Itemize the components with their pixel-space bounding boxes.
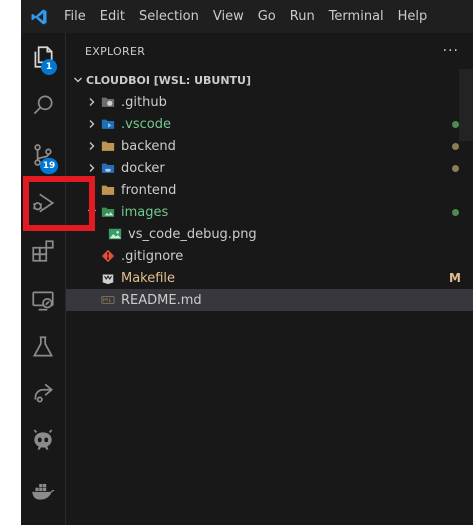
more-actions-button[interactable]: ··· (443, 43, 459, 59)
chevron-right-icon (84, 157, 100, 179)
tree-item-makefile[interactable]: Makefile M (66, 267, 473, 289)
vscode-logo-icon[interactable] (21, 0, 57, 33)
explorer-badge: 1 (41, 59, 57, 75)
tree-label: backend (121, 138, 176, 154)
tree-label: .vscode (121, 116, 171, 132)
docker-folder-icon (100, 160, 116, 176)
activity-explorer[interactable]: 1 (21, 35, 65, 79)
tree-label: docker (121, 160, 165, 176)
menu-view[interactable]: View (206, 0, 251, 33)
tree-label: .gitignore (121, 248, 184, 264)
activity-bar: 1 19 (21, 33, 66, 525)
remote-explorer-icon (32, 291, 54, 311)
alien-icon (33, 429, 53, 450)
images-folder-icon (100, 204, 116, 220)
tree-item-docker[interactable]: docker (66, 157, 473, 179)
markdown-file-icon (100, 292, 116, 308)
activity-run-and-debug[interactable] (21, 181, 65, 225)
docker-icon (32, 483, 55, 500)
activity-copilot[interactable] (21, 419, 65, 463)
workspace-name: CLOUDBOI [WSL: UBUNTU] (86, 73, 251, 87)
activity-source-control[interactable]: 19 (21, 133, 65, 177)
chevron-right-icon (84, 135, 100, 157)
tree-label: Makefile (121, 270, 176, 286)
activity-testing[interactable] (21, 325, 65, 369)
live-share-icon (34, 383, 54, 403)
tree-label: .github (121, 94, 167, 110)
git-status-dot (452, 142, 459, 150)
tree-item-readme[interactable]: README.md (66, 289, 473, 311)
tree-label: frontend (121, 182, 177, 198)
tree-item-vscode[interactable]: .vscode (66, 113, 473, 135)
menu-help[interactable]: Help (391, 0, 435, 33)
beaker-icon (32, 336, 54, 357)
activity-live-share[interactable] (21, 371, 65, 415)
tree-label: README.md (121, 292, 202, 308)
chevron-down-icon (70, 75, 86, 85)
editor-edge (459, 69, 473, 141)
folder-icon (100, 138, 116, 154)
workspace-section-header[interactable]: CLOUDBOI [WSL: UBUNTU] (66, 69, 473, 91)
github-folder-icon (100, 94, 116, 110)
menu-file[interactable]: File (57, 0, 93, 33)
git-status-dot (452, 120, 459, 128)
tree-item-images[interactable]: images (66, 201, 473, 223)
vscode-folder-icon (100, 116, 116, 132)
menu-go[interactable]: Go (251, 0, 283, 33)
tree-item-backend[interactable]: backend (66, 135, 473, 157)
activity-remote-explorer[interactable] (21, 279, 65, 323)
explorer-title: EXPLORER (85, 44, 146, 58)
run-debug-icon (33, 193, 55, 213)
image-file-icon (107, 226, 123, 242)
tree-item-vs-code-debug-png[interactable]: vs_code_debug.png (66, 223, 473, 245)
title-bar: File Edit Selection View Go Run Terminal… (21, 0, 473, 33)
explorer-sidebar: EXPLORER ··· CLOUDBOI [WSL: UBUNTU] .git… (66, 33, 473, 525)
activity-docker[interactable] (21, 469, 65, 513)
chevron-right-icon (84, 179, 100, 201)
tree-label: images (121, 204, 169, 220)
chevron-down-icon (84, 201, 100, 223)
search-icon (33, 95, 53, 115)
extensions-icon (32, 240, 54, 262)
makefile-icon (100, 270, 116, 286)
chevron-right-icon (84, 91, 100, 113)
git-modified-badge: M (449, 271, 461, 285)
activity-search[interactable] (21, 83, 65, 127)
git-status-dot (452, 164, 459, 172)
tree-item-github[interactable]: .github (66, 91, 473, 113)
menu-run[interactable]: Run (283, 0, 322, 33)
activity-extensions[interactable] (21, 229, 65, 273)
menu-selection[interactable]: Selection (132, 0, 206, 33)
menu-terminal[interactable]: Terminal (322, 0, 391, 33)
git-file-icon (100, 248, 116, 264)
git-status-dot (452, 208, 459, 216)
vscode-window: File Edit Selection View Go Run Terminal… (21, 0, 473, 525)
chevron-right-icon (84, 113, 100, 135)
menu-edit[interactable]: Edit (93, 0, 132, 33)
tree-item-gitignore[interactable]: .gitignore (66, 245, 473, 267)
tree-item-frontend[interactable]: frontend (66, 179, 473, 201)
folder-icon (100, 182, 116, 198)
explorer-header: EXPLORER ··· (66, 33, 473, 69)
source-control-badge: 19 (40, 158, 58, 174)
tree-label: vs_code_debug.png (128, 226, 257, 242)
